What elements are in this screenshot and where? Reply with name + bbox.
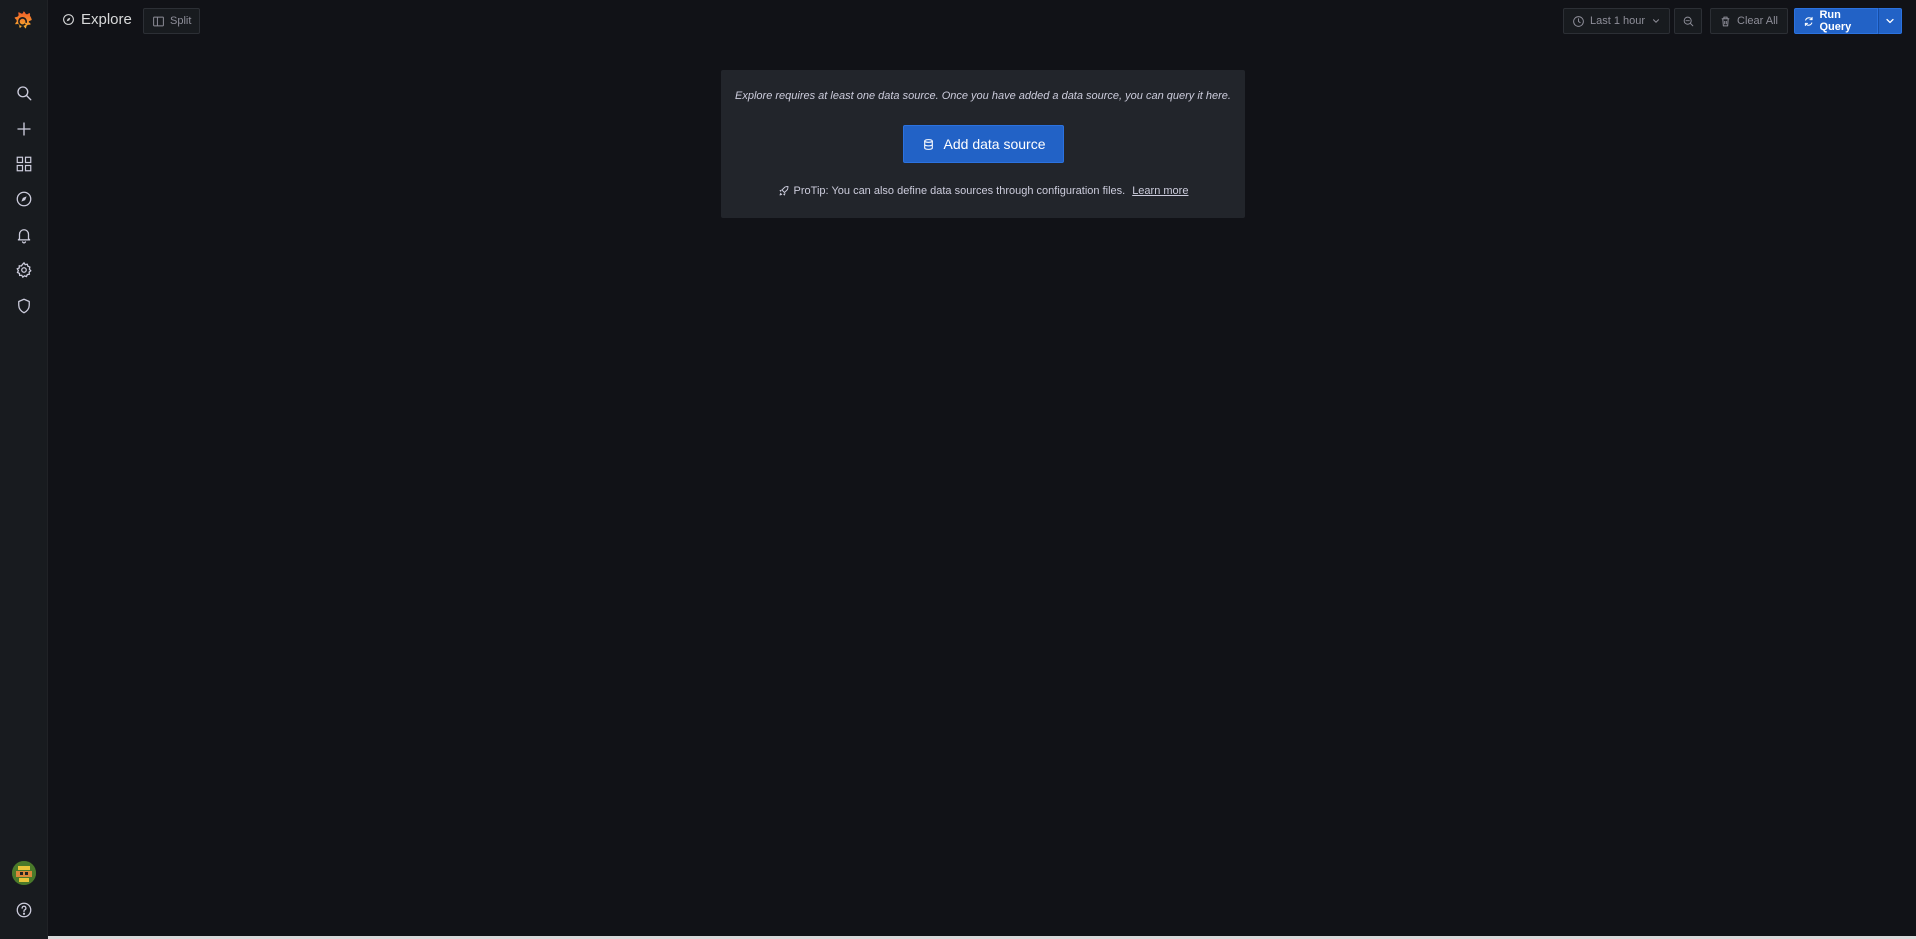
- sync-icon: [1804, 16, 1813, 26]
- help-icon: [16, 902, 32, 918]
- dashboards-icon: [16, 156, 32, 172]
- split-button[interactable]: Split: [143, 8, 201, 34]
- protip: ProTip: You can also define data sources…: [721, 185, 1245, 197]
- sidebar: [0, 0, 48, 939]
- sidebar-item-alerting[interactable]: [0, 218, 48, 252]
- chevron-down-icon: [1652, 19, 1660, 23]
- add-data-source-button[interactable]: Add data source: [903, 125, 1064, 163]
- trash-icon: [1721, 16, 1730, 26]
- zoom-out-button[interactable]: [1674, 8, 1702, 34]
- empty-state-panel: Explore requires at least one data sourc…: [721, 70, 1245, 218]
- compass-icon: [63, 14, 74, 25]
- sidebar-item-server-admin[interactable]: [0, 289, 48, 323]
- clear-all-label: Clear All: [1737, 15, 1778, 27]
- add-data-source-label: Add data source: [943, 136, 1046, 152]
- search-icon: [17, 86, 32, 101]
- zoom-out-icon: [1683, 16, 1693, 26]
- plus-icon: [17, 122, 31, 136]
- grafana-logo-icon[interactable]: [10, 9, 35, 34]
- sidebar-item-help[interactable]: [0, 893, 48, 927]
- run-query-button[interactable]: Run Query: [1794, 8, 1878, 34]
- columns-icon: [153, 16, 164, 26]
- compass-icon: [16, 191, 32, 207]
- sidebar-item-configuration[interactable]: [0, 253, 48, 287]
- sidebar-item-search[interactable]: [0, 76, 48, 110]
- clock-icon: [1573, 15, 1584, 27]
- avatar[interactable]: [12, 861, 36, 885]
- learn-more-link[interactable]: Learn more: [1132, 185, 1188, 197]
- bell-icon: [17, 229, 31, 244]
- page-title-text: Explore: [81, 11, 132, 28]
- time-range-picker[interactable]: Last 1 hour: [1563, 8, 1670, 34]
- time-range-label: Last 1 hour: [1590, 15, 1646, 27]
- sidebar-item-create[interactable]: [0, 112, 48, 146]
- database-icon: [923, 138, 933, 150]
- sidebar-item-explore[interactable]: [0, 182, 48, 216]
- clear-all-button[interactable]: Clear All: [1710, 8, 1788, 34]
- page-title: Explore: [62, 11, 132, 28]
- split-button-label: Split: [170, 15, 192, 27]
- top-navbar: Explore Split Last 1 hour Clear All Run …: [48, 0, 1916, 42]
- run-query-label: Run Query: [1819, 9, 1852, 33]
- sidebar-item-dashboards[interactable]: [0, 147, 48, 181]
- gear-icon: [16, 261, 32, 279]
- chevron-down-icon: [1886, 18, 1894, 24]
- run-query-options-button[interactable]: [1878, 8, 1902, 34]
- rocket-icon: [779, 186, 788, 196]
- protip-text: ProTip: You can also define data sources…: [793, 185, 1126, 197]
- shield-icon: [18, 298, 30, 314]
- empty-state-message: Explore requires at least one data sourc…: [735, 90, 1231, 102]
